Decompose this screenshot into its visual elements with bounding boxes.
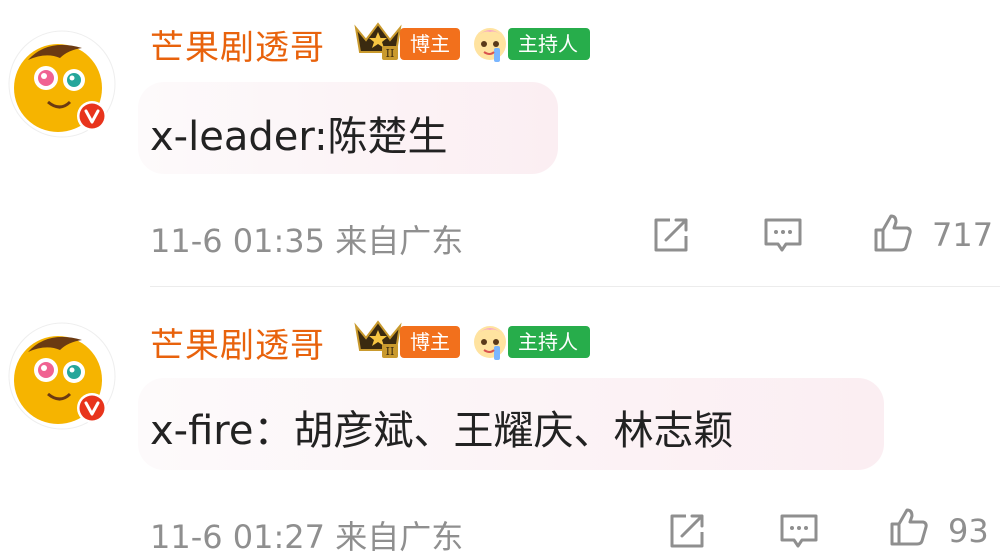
like-icon[interactable] <box>872 212 914 254</box>
comment-item: 芒果剧透哥 II 博主 主持人 x-leader:陈楚生 11-6 01:35 … <box>0 0 1000 290</box>
host-badge: 主持人 <box>508 326 590 358</box>
username[interactable]: 芒果剧透哥 <box>150 20 325 69</box>
like-count: 717 <box>932 216 994 254</box>
share-icon[interactable] <box>666 510 708 552</box>
username[interactable]: 芒果剧透哥 <box>150 318 325 367</box>
comment-time: 11-6 01:35 <box>150 222 326 260</box>
host-icon <box>474 326 506 360</box>
comment-text: x-fire：胡彦斌、王耀庆、林志颖 <box>150 408 734 454</box>
comment-icon[interactable] <box>762 214 804 256</box>
host-badge: 主持人 <box>508 28 590 60</box>
svg-text:II: II <box>386 345 395 358</box>
comment-meta: 11-6 01:35 来自广东 <box>150 216 463 262</box>
host-icon <box>474 28 506 62</box>
comment-text: x-leader:陈楚生 <box>150 114 448 160</box>
crown-level-icon: II <box>354 22 402 60</box>
like-count: 93 <box>948 512 989 550</box>
divider <box>150 286 1000 287</box>
blogger-badge: 博主 <box>400 28 460 60</box>
avatar[interactable] <box>8 30 116 138</box>
comment-item: 芒果剧透哥 II 博主 主持人 x-fire：胡彦斌、王耀庆、林志颖 11-6 … <box>0 290 1000 558</box>
avatar[interactable] <box>8 322 116 430</box>
blogger-badge: 博主 <box>400 326 460 358</box>
svg-text:II: II <box>386 47 395 60</box>
comment-meta: 11-6 01:27 来自广东 <box>150 512 463 558</box>
crown-level-icon: II <box>354 320 402 358</box>
comment-location: 来自广东 <box>335 518 464 556</box>
like-icon[interactable] <box>888 506 930 548</box>
comment-icon[interactable] <box>778 510 820 552</box>
share-icon[interactable] <box>650 214 692 256</box>
comment-time: 11-6 01:27 <box>150 518 326 556</box>
comment-location: 来自广东 <box>335 222 464 260</box>
